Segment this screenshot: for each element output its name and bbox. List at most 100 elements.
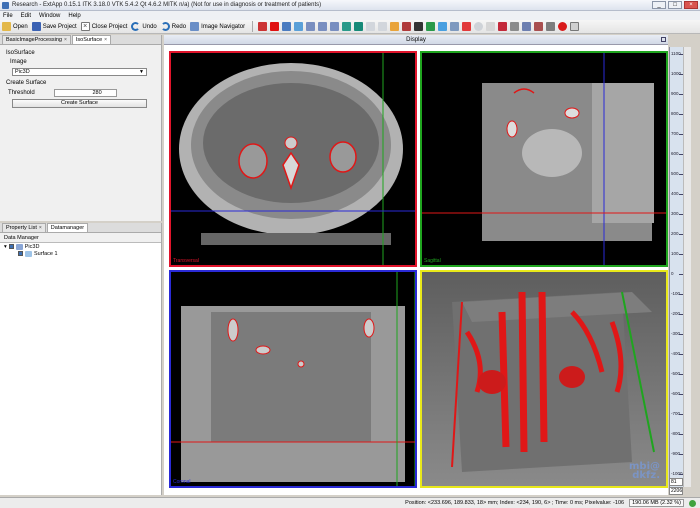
ruler-tick-label: 400: [671, 191, 679, 196]
close-window-button[interactable]: ×: [684, 1, 698, 9]
coronal-viewport[interactable]: Coronal: [169, 270, 417, 488]
position-readout: Position: <233.696, 189.833, 18> mm; Ind…: [405, 500, 625, 506]
menu-edit[interactable]: Edit: [21, 13, 31, 19]
data-manager-heading: Data Manager: [0, 233, 161, 243]
close-tab-icon[interactable]: ×: [104, 37, 107, 43]
menu-file[interactable]: File: [3, 13, 13, 19]
dots-icon[interactable]: [486, 22, 496, 31]
create-surface-label: Create Surface: [6, 80, 47, 86]
ruler-tick-label: 800: [671, 111, 679, 116]
image-selector[interactable]: Pic3D ▼: [12, 68, 147, 76]
search-icon[interactable]: [474, 22, 484, 31]
undo-button[interactable]: Undo: [131, 22, 157, 31]
chart-icon[interactable]: [522, 22, 532, 31]
tree-node-pic3d[interactable]: ▾ Pic3D: [4, 243, 161, 250]
level-field[interactable]: 81: [669, 478, 683, 486]
filter-icon[interactable]: [390, 22, 400, 31]
close-tab-icon[interactable]: ×: [64, 37, 67, 43]
ruler-tick-label: 900: [671, 91, 679, 96]
threed-viewport[interactable]: mbi@ dkfz.: [420, 270, 668, 488]
isosurface-heading: IsoSurface: [6, 50, 35, 56]
close-tab-icon[interactable]: ×: [39, 225, 42, 231]
chevron-down-icon: ▼: [139, 69, 144, 75]
minimize-button[interactable]: _: [652, 1, 666, 9]
mask-icon[interactable]: [414, 22, 424, 31]
mitk-tool3-icon[interactable]: [330, 22, 340, 31]
navigator-icon: [190, 22, 200, 31]
visibility-checkbox[interactable]: [8, 244, 14, 249]
volume-icon[interactable]: [282, 22, 292, 31]
save-icon: [31, 22, 41, 31]
bottom-tabs: Property List × Datamanager: [0, 223, 161, 233]
axial-slice: [171, 53, 415, 265]
registration-icon[interactable]: [294, 22, 304, 31]
menu-window[interactable]: Window: [39, 13, 60, 19]
main-toolbar: Open Save Project × Close Project Undo R…: [0, 20, 700, 34]
visibility-checkbox[interactable]: [18, 251, 23, 256]
graph-icon[interactable]: [378, 22, 388, 31]
ball-icon[interactable]: [558, 22, 568, 31]
axial-label: Transversal: [173, 258, 199, 264]
mitk-tool1-icon[interactable]: [306, 22, 316, 31]
plugin-toolbar: [258, 22, 580, 31]
tab-property-list[interactable]: Property List ×: [2, 223, 46, 232]
datamanager-panel: Property List × Datamanager Data Manager…: [0, 223, 162, 495]
window-field[interactable]: 2206: [669, 487, 683, 495]
mitk-tool2-icon[interactable]: [318, 22, 328, 31]
cube-icon[interactable]: [354, 22, 364, 31]
ruler-tick-label: 300: [671, 211, 679, 216]
redo-button[interactable]: Redo: [160, 22, 186, 31]
coronal-label: Coronal: [173, 479, 191, 485]
memory-usage: 190.06 MB (2.32 %): [629, 499, 684, 507]
close-project-button[interactable]: × Close Project: [80, 22, 127, 31]
level-window-slider[interactable]: 1100 1000 900 800 700 600 500 400 300 200 100 0 -100…: [669, 47, 683, 487]
tree-node-surface[interactable]: Surface 1: [4, 250, 161, 257]
vertical-scrollbar[interactable]: [683, 47, 691, 487]
maximize-button[interactable]: □: [668, 1, 682, 9]
threshold-input[interactable]: 280: [53, 89, 117, 97]
save-project-button[interactable]: Save Project: [31, 22, 77, 31]
undo-icon: [131, 22, 141, 31]
ruler-tick-label: 100: [671, 251, 679, 256]
tab-datamanager[interactable]: Datamanager: [46, 223, 89, 232]
tab-basic-image-processing[interactable]: BasicImageProcessing ×: [2, 35, 71, 44]
isosurface-panel: BasicImageProcessing × IsoSurface × IsoS…: [0, 35, 162, 221]
expand-icon[interactable]: ▾: [4, 244, 7, 250]
mbi-dkfz-logo: mbi@ dkfz.: [628, 461, 660, 481]
segmentation-icon[interactable]: [270, 22, 280, 31]
display-menu-button[interactable]: [661, 37, 666, 42]
tab-isosurface[interactable]: IsoSurface ×: [71, 35, 112, 44]
ruler-tick-label: 200: [671, 231, 679, 236]
film-icon[interactable]: [546, 22, 556, 31]
view-tabs: BasicImageProcessing × IsoSurface ×: [0, 35, 161, 45]
sagittal-label: Sagittal: [424, 258, 441, 264]
measurement-icon[interactable]: [258, 22, 268, 31]
threshold-label: Threshold: [8, 90, 35, 96]
image-tool-icon[interactable]: [402, 22, 412, 31]
grid-icon[interactable]: [450, 22, 460, 31]
folder-icon: [2, 22, 11, 31]
close-icon: ×: [80, 22, 90, 31]
isosurface-icon[interactable]: [426, 22, 436, 31]
heart-icon[interactable]: [498, 22, 508, 31]
menu-help[interactable]: Help: [68, 13, 80, 19]
display-header: Display: [164, 35, 668, 45]
points-icon[interactable]: [366, 22, 376, 31]
threed-render: [451, 291, 655, 472]
coronal-slice: [171, 272, 415, 486]
axial-viewport[interactable]: Transversal: [169, 51, 417, 267]
pin-icon[interactable]: [462, 22, 472, 31]
ruler-tick-label: 500: [671, 171, 679, 176]
create-surface-button[interactable]: Create Surface: [12, 99, 147, 108]
sagittal-viewport[interactable]: Sagittal: [420, 51, 668, 267]
status-bar: Position: <233.696, 189.833, 18> mm; Ind…: [0, 497, 700, 508]
table-icon[interactable]: [510, 22, 520, 31]
open-button[interactable]: Open: [2, 22, 28, 31]
ruler-tick-label: 700: [671, 131, 679, 136]
bars-icon[interactable]: [534, 22, 544, 31]
image-navigator-button[interactable]: Image Navigator: [190, 22, 245, 31]
histogram-icon[interactable]: [342, 22, 352, 31]
frame-icon[interactable]: [570, 22, 580, 31]
color-icon[interactable]: [438, 22, 448, 31]
sagittal-slice: [422, 53, 666, 265]
